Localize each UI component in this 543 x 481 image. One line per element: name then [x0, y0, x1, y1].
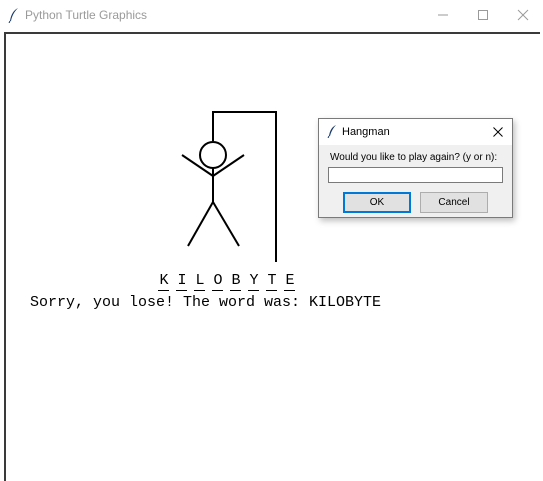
- hangman-left-leg: [187, 201, 214, 247]
- close-icon: [493, 127, 503, 137]
- maximize-icon: [478, 10, 488, 20]
- result-message: Sorry, you lose! The word was: KILOBYTE: [30, 294, 382, 311]
- dialog-title: Hangman: [342, 126, 390, 138]
- word-letter: T: [267, 272, 277, 289]
- dialog-titlebar[interactable]: Hangman: [319, 119, 512, 145]
- hangman-right-leg: [212, 201, 240, 247]
- word-letter: E: [285, 272, 295, 289]
- answer-input[interactable]: [328, 167, 503, 183]
- letter-underline: [176, 290, 187, 291]
- letter-underline: [266, 290, 277, 291]
- letter-underline: [284, 290, 295, 291]
- ok-button[interactable]: OK: [343, 192, 411, 213]
- close-icon: [517, 9, 529, 21]
- cancel-button[interactable]: Cancel: [420, 192, 488, 213]
- letter-underline: [212, 290, 223, 291]
- window-title: Python Turtle Graphics: [25, 8, 148, 22]
- letter-underline: [230, 290, 241, 291]
- window-titlebar[interactable]: Python Turtle Graphics: [0, 0, 543, 30]
- hangman-head: [199, 141, 227, 169]
- word-letter: B: [231, 272, 241, 289]
- close-button[interactable]: [503, 0, 543, 30]
- word-letter: O: [213, 272, 223, 289]
- letter-underline: [158, 290, 169, 291]
- feather-icon: [327, 125, 336, 138]
- letter-underline: [248, 290, 259, 291]
- minimize-button[interactable]: [423, 0, 463, 30]
- maximize-button[interactable]: [463, 0, 503, 30]
- hangman-left-arm: [181, 154, 214, 177]
- turtle-canvas[interactable]: K I L O B Y T E Sorry, you lose! The wor…: [4, 32, 540, 481]
- letter-underline: [194, 290, 205, 291]
- word-letter: I: [177, 272, 187, 289]
- word-letter: K: [159, 272, 169, 289]
- turtle-window: Python Turtle Graphics K I L O B Y T E S…: [0, 0, 543, 481]
- minimize-icon: [438, 14, 448, 16]
- word-letter: L: [195, 272, 205, 289]
- hangman-right-arm: [212, 154, 245, 177]
- dialog-prompt: Would you like to play again? (y or n):: [330, 152, 498, 163]
- feather-icon: [8, 8, 18, 23]
- dialog-close-button[interactable]: [488, 122, 508, 142]
- hangman-dialog: Hangman Would you like to play again? (y…: [318, 118, 513, 218]
- hangman-drawing: [181, 111, 277, 262]
- word-letter: Y: [249, 272, 259, 289]
